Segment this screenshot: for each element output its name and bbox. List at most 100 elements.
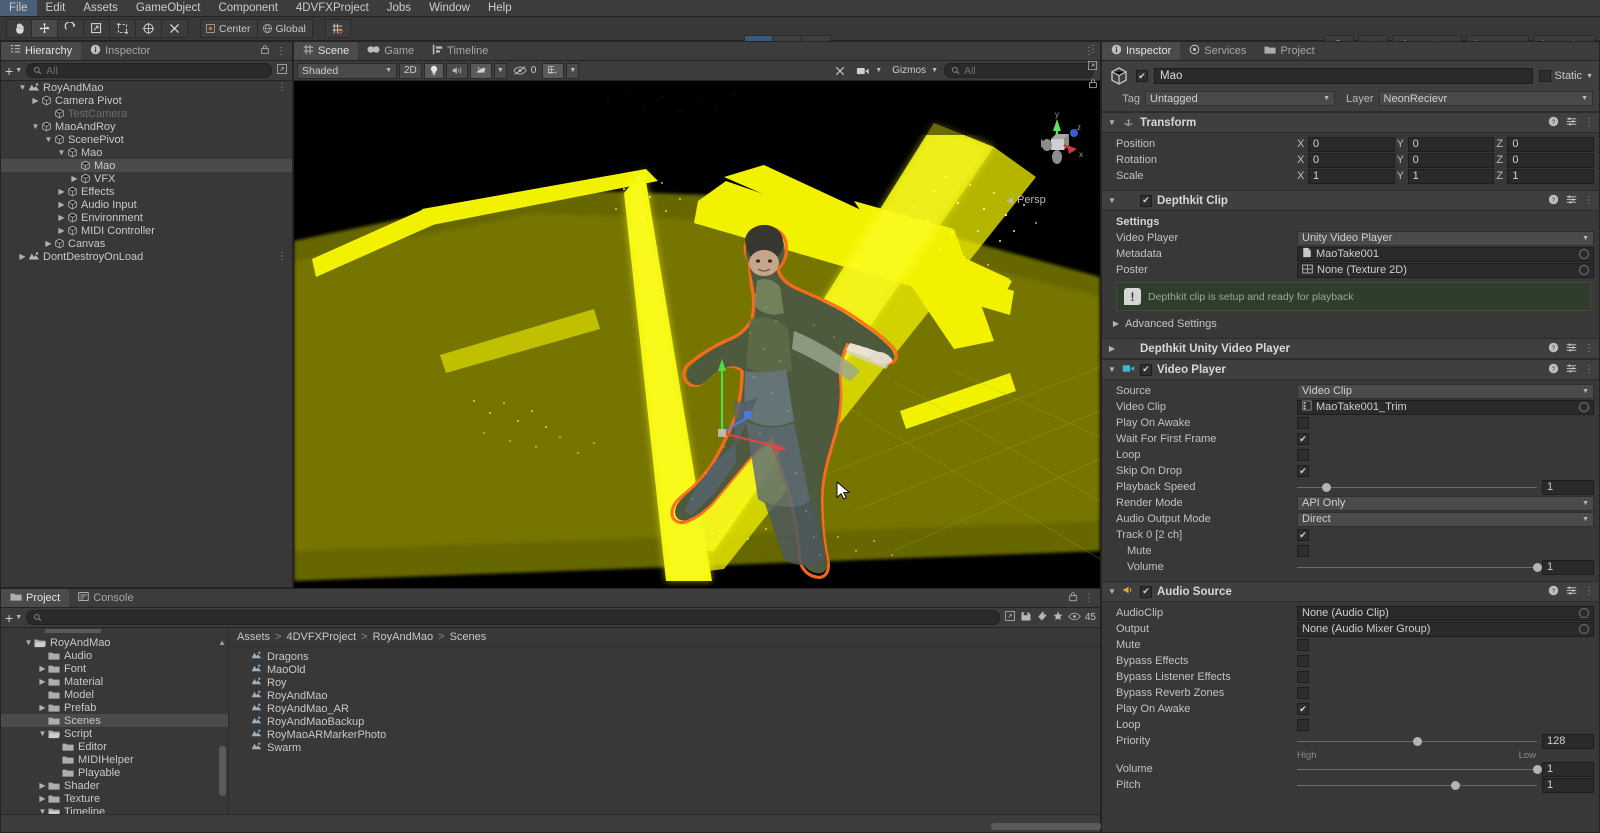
object-name-input[interactable]: Mao <box>1154 68 1533 84</box>
label-filter-icon[interactable] <box>1036 610 1048 625</box>
audioclip-object-field[interactable]: None (Audio Clip) <box>1297 605 1594 621</box>
component-enabled-checkbox[interactable] <box>1140 194 1152 207</box>
play-on-awake-checkbox[interactable] <box>1297 703 1309 715</box>
object-picker-icon[interactable] <box>1579 265 1589 275</box>
preview-icon[interactable] <box>1068 611 1081 625</box>
source-dropdown[interactable]: Video Clip ▼ <box>1297 383 1594 399</box>
disclosure-triangle[interactable]: ▶ <box>30 96 41 105</box>
slider-track[interactable] <box>1297 778 1537 792</box>
object-enabled-checkbox[interactable] <box>1136 70 1148 82</box>
component-menu-icon[interactable]: ⋮ <box>1584 586 1594 597</box>
custom-editor-tool-button[interactable] <box>162 19 188 38</box>
disclosure-triangle[interactable]: ▶ <box>17 252 28 261</box>
row-menu-icon[interactable]: ⋮ <box>277 251 287 262</box>
breadcrumb-item-4dvfxproject[interactable]: 4DVFXProject <box>286 631 356 643</box>
packages-icon[interactable] <box>1004 610 1016 625</box>
component-menu-icon[interactable]: ⋮ <box>1584 364 1594 375</box>
hierarchy-item-mao[interactable]: ▼ Mao <box>1 146 292 159</box>
mute-checkbox[interactable] <box>1297 545 1309 557</box>
component-header-video-player[interactable]: ▼ Video Player? ⋮ <box>1102 359 1599 380</box>
disclosure-triangle[interactable]: ▶ <box>37 794 48 803</box>
lock-icon[interactable] <box>1088 78 1098 92</box>
menu-item-component[interactable]: Component <box>209 0 286 16</box>
projection-mode-label[interactable]: Persp <box>1017 194 1046 206</box>
slider-value[interactable]: 1 <box>1542 479 1594 495</box>
project-folder-tree[interactable]: ▼ RoyAndMao Audio ▶ Font ▶ Material Model ▶ Prefa… <box>1 628 229 832</box>
asset-item-roy[interactable]: Roy <box>229 676 1100 689</box>
rotation-y-input[interactable]: 0 <box>1407 152 1495 168</box>
breadcrumb-item-royandmao[interactable]: RoyAndMao <box>373 631 434 643</box>
hierarchy-item-effects[interactable]: ▶ Effects <box>1 185 292 198</box>
help-icon[interactable]: ? <box>1548 342 1559 356</box>
disclosure-triangle[interactable]: ▼ <box>43 135 54 144</box>
disclosure-triangle[interactable]: ▶ <box>56 226 67 235</box>
slider-value[interactable]: 1 <box>1542 777 1594 793</box>
menu-item-file[interactable]: File <box>0 0 37 16</box>
lock-icon[interactable] <box>260 44 270 58</box>
preset-icon[interactable] <box>1566 194 1577 208</box>
preset-icon[interactable] <box>1566 585 1577 599</box>
disclosure-triangle[interactable]: ▶ <box>43 239 54 248</box>
disclosure-triangle[interactable]: ▶ <box>37 664 48 673</box>
help-icon[interactable]: ? <box>1548 363 1559 377</box>
project-folder-audio[interactable]: Audio <box>1 649 228 662</box>
tab-inspector[interactable]: Inspector <box>1102 42 1181 60</box>
menu-item-edit[interactable]: Edit <box>37 0 75 16</box>
rotation-x-input[interactable]: 0 <box>1308 152 1395 168</box>
hierarchy-tree[interactable]: ▼ RoyAndMao ⋮ ▶ Camera Pivot TestCamera ▼ MaoAn… <box>1 81 292 587</box>
preset-icon[interactable] <box>1566 116 1577 130</box>
gizmo-search-input[interactable]: All <box>944 63 1094 78</box>
poster-object-field[interactable]: None (Texture 2D) <box>1297 262 1594 278</box>
help-icon[interactable]: ? <box>1548 194 1559 208</box>
project-folder-texture[interactable]: ▶ Texture <box>1 792 228 805</box>
project-folder-prefab[interactable]: ▶ Prefab <box>1 701 228 714</box>
asset-list[interactable]: Dragons MaoOld Roy RoyAndMao RoyAndMao_AR Roy… <box>229 647 1100 754</box>
slider-value[interactable]: 1 <box>1542 761 1594 777</box>
panel-menu-icon[interactable]: ⋮ <box>1088 44 1098 55</box>
slider-track[interactable] <box>1297 762 1542 776</box>
menu-item-assets[interactable]: Assets <box>74 0 127 16</box>
tab-scene[interactable]: Scene <box>294 42 359 60</box>
scale-x-input[interactable]: 1 <box>1308 168 1395 184</box>
disclosure-triangle[interactable]: ▼ <box>30 122 41 131</box>
lighting-icon[interactable] <box>423 62 444 79</box>
disclosure-triangle[interactable]: ▶ <box>56 200 67 209</box>
slider-value[interactable]: 1 <box>1542 559 1594 575</box>
output-object-field[interactable]: None (Audio Mixer Group) <box>1297 621 1594 637</box>
help-icon[interactable]: ? <box>1548 585 1559 599</box>
asset-item-royandmaobackup[interactable]: RoyAndMaoBackup <box>229 715 1100 728</box>
asset-item-royandmao[interactable]: RoyAndMao <box>229 689 1100 702</box>
asset-item-roymaoarmarkerphoto[interactable]: RoyMaoARMarkerPhoto <box>229 728 1100 741</box>
slider-track[interactable] <box>1297 560 1542 574</box>
disclosure-triangle[interactable]: ▼ <box>37 729 48 738</box>
position-z-input[interactable]: 0 <box>1507 136 1595 152</box>
disclosure-triangle[interactable]: ▼ <box>56 148 67 157</box>
fx-dropdown-arrow[interactable]: ▼ <box>493 62 507 79</box>
component-menu-icon[interactable]: ⋮ <box>1584 195 1594 206</box>
component-header-audio-source[interactable]: ▼ Audio Source? ⋮ <box>1102 581 1599 602</box>
favorite-icon[interactable] <box>1052 610 1064 625</box>
hand-tool-button[interactable] <box>6 19 32 38</box>
tab-project[interactable]: Project <box>1255 42 1324 60</box>
scene-camera-icon[interactable]: ▼ <box>852 63 886 79</box>
rotate-tool-button[interactable] <box>58 19 84 38</box>
scale-tool-button[interactable] <box>84 19 110 38</box>
component-enabled-checkbox[interactable] <box>1140 585 1152 598</box>
tab-timeline[interactable]: Timeline <box>423 42 498 60</box>
component-enabled-checkbox[interactable] <box>1140 363 1152 376</box>
gizmos-dropdown[interactable]: Gizmos ▼ <box>888 63 942 79</box>
layer-dropdown[interactable]: NeonRecievr ▼ <box>1378 91 1593 106</box>
disclosure-triangle[interactable]: ▼ <box>1107 118 1117 127</box>
tag-dropdown[interactable]: Untagged ▼ <box>1145 91 1335 106</box>
grid-dropdown-arrow[interactable]: ▼ <box>566 62 580 79</box>
disclosure-triangle[interactable]: ▼ <box>1107 365 1117 374</box>
object-picker-icon[interactable] <box>1579 402 1589 412</box>
disclosure-triangle[interactable]: ▶ <box>1107 344 1117 353</box>
disclosure-triangle[interactable]: ▶ <box>37 781 48 790</box>
asset-horizontal-scrollbar[interactable] <box>991 823 1101 830</box>
draw-mode-dropdown[interactable]: Shaded ▼ <box>297 62 397 79</box>
project-folder-model[interactable]: Model <box>1 688 228 701</box>
static-checkbox[interactable] <box>1538 70 1551 82</box>
hierarchy-item-vfx[interactable]: ▶ VFX <box>1 172 292 185</box>
project-folder-editor[interactable]: Editor <box>1 740 228 753</box>
